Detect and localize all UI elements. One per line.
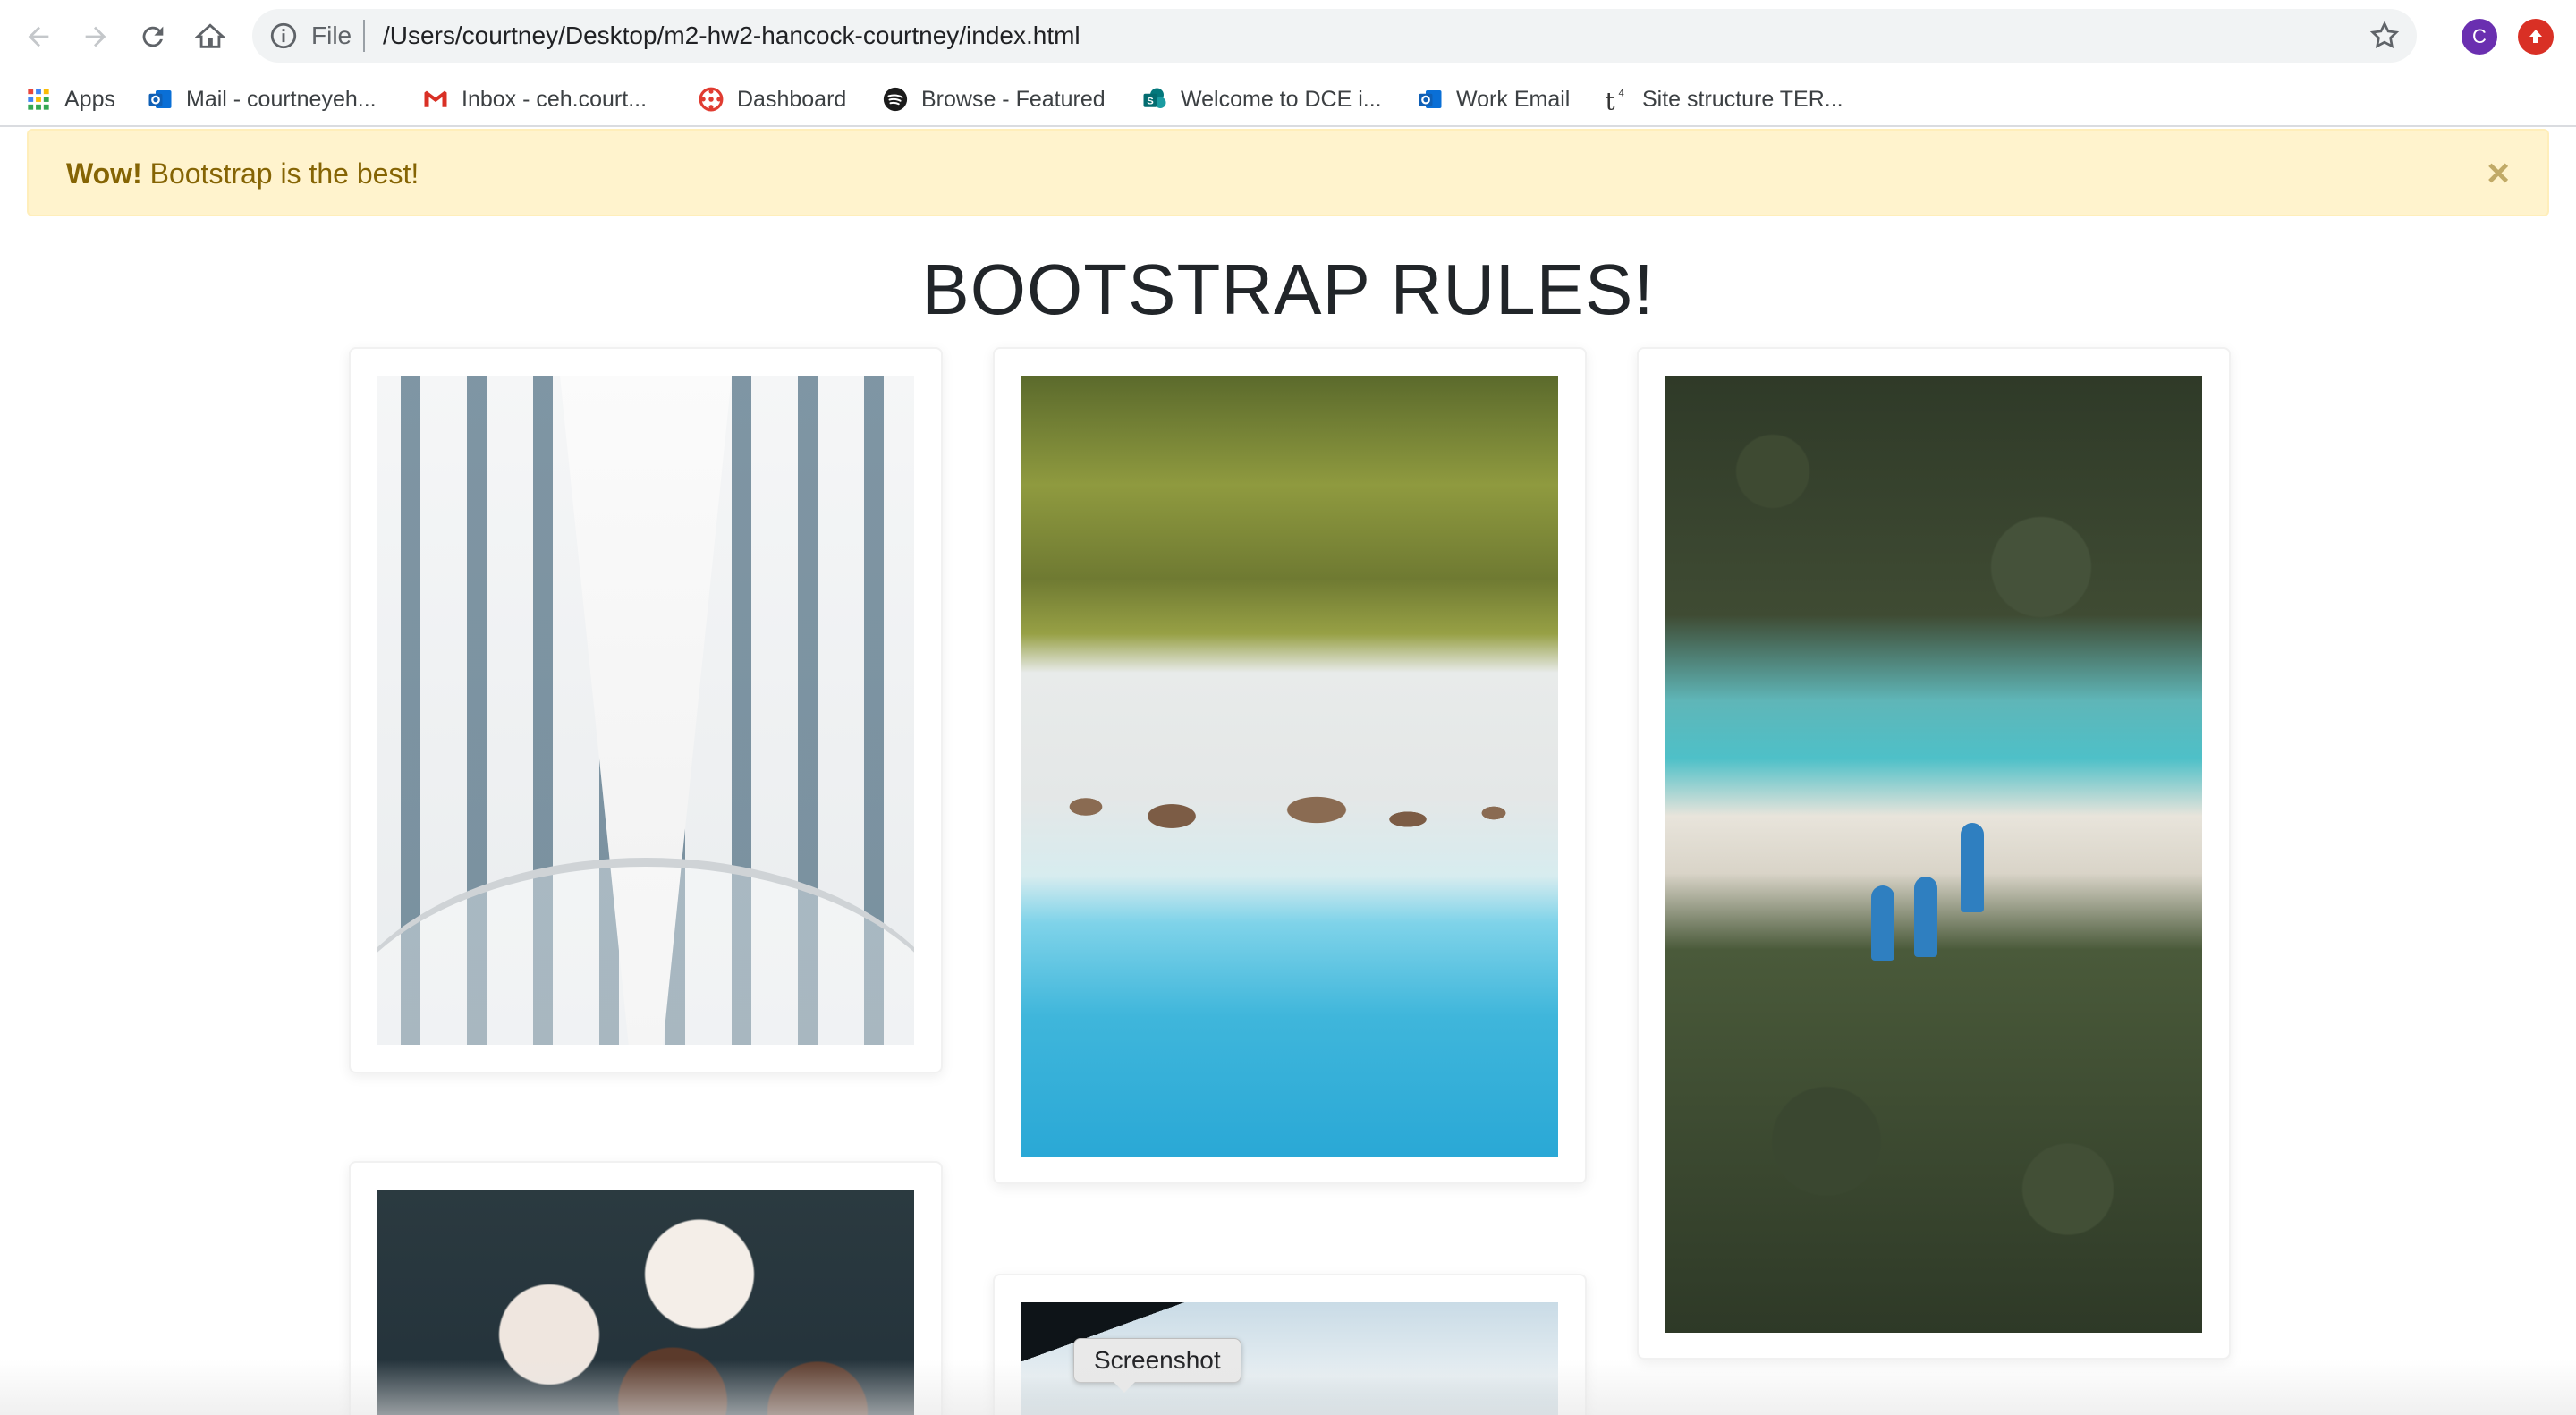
svg-text:t: t	[1606, 87, 1615, 113]
bookmark-work-email[interactable]: Work Email	[1417, 72, 1570, 127]
alert-banner: Wow! Bootstrap is the best! ×	[27, 129, 2549, 216]
bookmark-label: Site structure TER...	[1642, 86, 1843, 112]
reload-button[interactable]	[132, 16, 174, 57]
bookmark-browse-featured[interactable]: Browse - Featured	[882, 72, 1106, 127]
reload-icon	[142, 26, 164, 47]
alert-message: Wow! Bootstrap is the best!	[66, 156, 419, 191]
bookmark-label: Welcome to DCE i...	[1181, 86, 1382, 112]
home-icon	[195, 23, 225, 48]
forward-arrow-icon	[85, 26, 106, 47]
bookmark-mail[interactable]: Mail - courtneyeh...	[147, 72, 377, 127]
bookmark-label: Browse - Featured	[921, 86, 1106, 112]
gmail-icon	[422, 86, 449, 113]
bookmark-dashboard[interactable]: Dashboard	[698, 72, 846, 127]
t4-icon: t4	[1603, 86, 1630, 113]
boat-shape	[1961, 823, 1984, 912]
bookmarks-bar: Apps Mail - courtneyeh... Inbox - ceh.co…	[0, 72, 2576, 127]
dashboard-icon	[698, 86, 724, 113]
home-button[interactable]	[190, 16, 231, 57]
bookmark-inbox[interactable]: Inbox - ceh.court...	[422, 72, 647, 127]
boat-shape	[1914, 877, 1937, 957]
bookmark-label: Inbox - ceh.court...	[462, 86, 648, 112]
outlook-icon	[147, 86, 174, 113]
card-cupcakes	[349, 1161, 943, 1415]
svg-text:S: S	[1147, 97, 1154, 107]
card-island	[993, 347, 1587, 1184]
forward-button[interactable]	[75, 16, 116, 57]
bookmark-label: Work Email	[1456, 86, 1571, 112]
spotify-icon	[882, 86, 909, 113]
url-scheme: File	[311, 21, 352, 49]
bookmark-label: Mail - courtneyeh...	[186, 86, 377, 112]
boat-shape	[1871, 885, 1894, 961]
url-text[interactable]: /Users/courtney/Desktop/m2-hw2-hancock-c…	[383, 21, 1080, 51]
sharepoint-icon: S	[1141, 86, 1168, 113]
update-arrow-icon	[2529, 30, 2542, 43]
cupcakes-photo	[377, 1190, 914, 1415]
card-palms	[1637, 347, 2231, 1360]
address-bar[interactable]: File /Users/courtney/Desktop/m2-hw2-hanc…	[252, 9, 2417, 63]
back-arrow-icon	[28, 26, 49, 47]
building-photo	[377, 376, 914, 1045]
info-icon[interactable]	[268, 21, 299, 51]
browser-toolbar: File /Users/courtney/Desktop/m2-hw2-hanc…	[0, 0, 2576, 72]
bookmark-label: Dashboard	[737, 86, 847, 112]
update-button[interactable]	[2518, 19, 2554, 55]
alert-close-button[interactable]: ×	[2487, 154, 2510, 193]
palms-photo	[1665, 376, 2202, 1333]
bookmark-welcome-dce[interactable]: S Welcome to DCE i...	[1141, 72, 1382, 127]
bookmark-star-icon[interactable]	[2368, 20, 2401, 52]
alert-strong: Wow!	[66, 157, 142, 190]
outlook-icon	[1417, 86, 1444, 113]
profile-avatar[interactable]: C	[2462, 19, 2497, 55]
bookmark-label: Apps	[64, 86, 115, 112]
page-title: BOOTSTRAP RULES!	[921, 250, 1655, 329]
svg-text:4: 4	[1619, 88, 1624, 98]
apps-grid-icon	[25, 86, 52, 113]
island-photo	[1021, 376, 1558, 1157]
bookmark-site-structure[interactable]: t4 Site structure TER...	[1603, 72, 1843, 127]
back-button[interactable]	[18, 16, 59, 57]
bookmark-apps[interactable]: Apps	[25, 72, 115, 127]
screenshot-tooltip: Screenshot	[1073, 1338, 1241, 1393]
url-separator	[363, 20, 365, 52]
card-building	[349, 347, 943, 1073]
alert-text: Bootstrap is the best!	[141, 157, 419, 190]
